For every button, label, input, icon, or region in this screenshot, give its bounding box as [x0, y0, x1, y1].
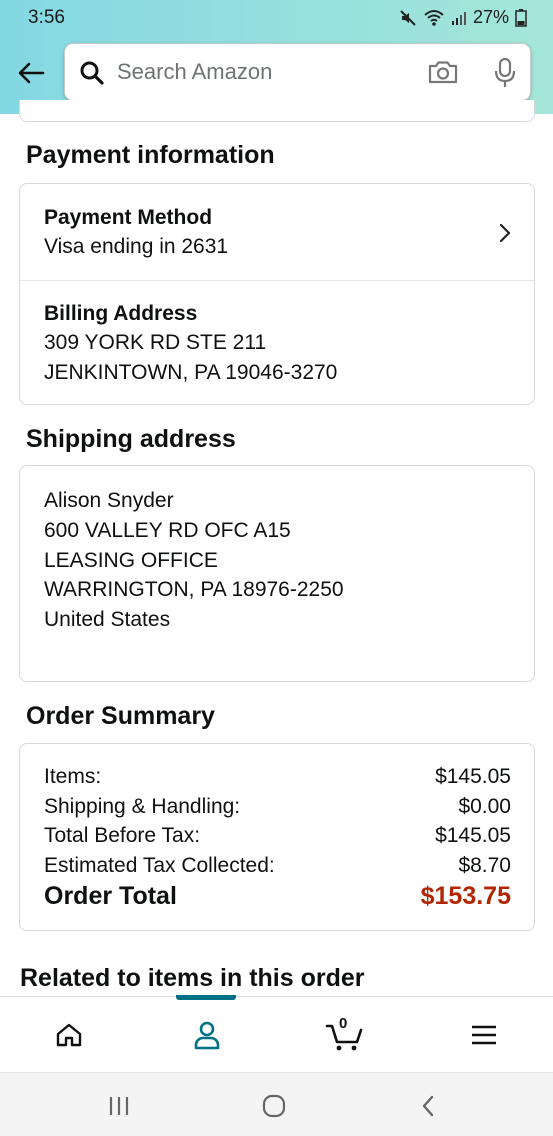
back-chevron-icon	[422, 1095, 434, 1117]
order-summary-card: Items: $145.05 Shipping & Handling: $0.0…	[19, 743, 535, 931]
payment-method-row[interactable]: Payment Method Visa ending in 2631	[20, 184, 534, 280]
shipping-line-country: United States	[44, 608, 171, 631]
mute-icon	[400, 9, 416, 26]
search-icon	[80, 61, 104, 85]
summary-value: $8.70	[458, 854, 511, 877]
payment-method-label: Payment Method	[44, 206, 213, 229]
summary-row-items: Items: $145.05	[44, 762, 511, 792]
billing-address-line1: 309 YORK RD STE 211	[44, 331, 267, 354]
shipping-line-street: 600 VALLEY RD OFC A15	[44, 519, 291, 542]
summary-row-order-total: Order Total $153.75	[44, 881, 511, 911]
chevron-right-icon	[499, 223, 511, 243]
arrow-left-icon	[18, 62, 45, 84]
account-icon	[194, 1021, 220, 1050]
signal-icon	[451, 11, 466, 25]
divider	[20, 280, 534, 281]
search-input[interactable]: Search Amazon	[117, 59, 272, 85]
summary-row-before-tax: Total Before Tax: $145.05	[44, 821, 511, 851]
shipping-address-card: Alison Snyder 600 VALLEY RD OFC A15 LEAS…	[19, 465, 535, 682]
status-bar: 3:56 27%	[0, 0, 553, 36]
shipping-line-office: LEASING OFFICE	[44, 549, 218, 572]
payment-info-title: Payment information	[26, 141, 275, 169]
cart-count: 0	[339, 1015, 348, 1032]
battery-percent: 27%	[472, 7, 509, 27]
back-system-button[interactable]	[408, 1091, 448, 1121]
billing-address-line2: JENKINTOWN, PA 19046-3270	[44, 361, 338, 384]
summary-label: Items:	[44, 765, 102, 788]
summary-label: Total Before Tax:	[44, 824, 201, 847]
menu-icon	[472, 1025, 496, 1045]
summary-row-tax: Estimated Tax Collected: $8.70	[44, 851, 511, 881]
camera-icon[interactable]	[427, 58, 459, 86]
shipping-line-name: Alison Snyder	[44, 489, 174, 512]
home-circle-icon	[262, 1094, 286, 1118]
summary-value: $145.05	[435, 765, 511, 788]
summary-label: Estimated Tax Collected:	[44, 854, 275, 877]
recents-icon	[109, 1097, 129, 1115]
summary-value: $0.00	[458, 795, 511, 818]
shipping-address-title: Shipping address	[26, 425, 236, 453]
payment-method-value: Visa ending in 2631	[44, 235, 229, 258]
related-items-title: Related to items in this order	[20, 964, 365, 992]
search-bar[interactable]: Search Amazon	[64, 43, 531, 101]
home-system-button[interactable]	[254, 1091, 294, 1121]
system-nav-bar	[0, 1072, 553, 1136]
status-icons: 27%	[399, 7, 527, 28]
order-summary-title: Order Summary	[26, 702, 215, 730]
bottom-nav: 0	[0, 995, 553, 1073]
order-total-value: $153.75	[420, 882, 511, 910]
battery-icon	[515, 8, 527, 27]
summary-value: $145.05	[435, 824, 511, 847]
nav-account[interactable]	[138, 997, 276, 1073]
recents-button[interactable]	[99, 1091, 139, 1121]
billing-address-label: Billing Address	[44, 302, 198, 325]
summary-label: Shipping & Handling:	[44, 795, 241, 818]
wifi-icon	[424, 9, 444, 26]
microphone-icon[interactable]	[492, 57, 518, 89]
back-button[interactable]	[14, 56, 48, 90]
nav-home[interactable]	[0, 997, 138, 1073]
nav-menu[interactable]	[415, 997, 553, 1073]
payment-info-card: Payment Method Visa ending in 2631 Billi…	[19, 183, 535, 405]
summary-row-shipping: Shipping & Handling: $0.00	[44, 792, 511, 822]
order-total-label: Order Total	[44, 882, 177, 910]
previous-card-bottom	[19, 100, 535, 122]
nav-cart[interactable]: 0	[276, 997, 414, 1073]
shipping-line-city: WARRINGTON, PA 18976-2250	[44, 578, 344, 601]
home-icon	[56, 1023, 82, 1047]
status-time: 3:56	[28, 7, 65, 28]
app-header: 3:56 27% Search Amazon	[0, 0, 553, 114]
